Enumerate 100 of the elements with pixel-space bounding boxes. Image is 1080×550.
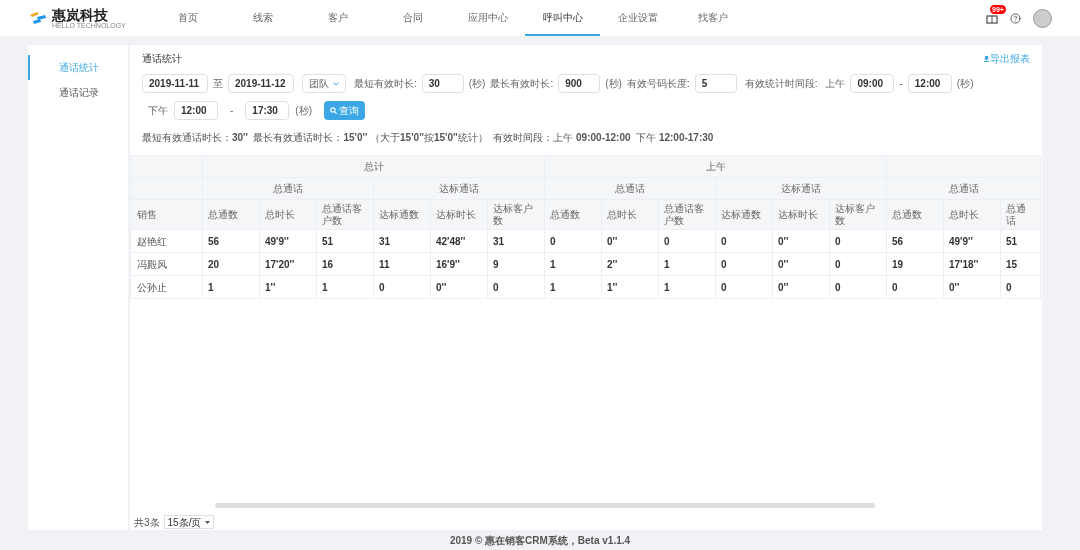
column-header: 达标时长 <box>436 208 476 220</box>
subgroup-header: 达标通话 <box>439 183 479 194</box>
input-field[interactable]: 12:00 <box>174 101 218 120</box>
field-label: 上午 <box>825 77 846 91</box>
nav-tab[interactable]: 合同 <box>375 0 450 36</box>
table-cell: 51 <box>322 235 334 247</box>
nav-tab[interactable]: 呼叫中心 <box>525 0 600 36</box>
field-label: - <box>230 104 234 118</box>
table-cell: 0 <box>835 281 841 293</box>
nav-tab[interactable]: 找客户 <box>675 0 750 36</box>
table-cell: 0 <box>379 281 385 293</box>
field-label: 有效号码长度: <box>626 77 690 91</box>
nav-tab[interactable]: 客户 <box>300 0 375 36</box>
table-cell: 16 <box>322 258 334 270</box>
column-header: 达标客户数 <box>493 202 533 226</box>
table-cell: 0'' <box>607 235 618 247</box>
table-cell: 31 <box>379 235 391 247</box>
table-cell: 0'' <box>778 258 789 270</box>
help-icon[interactable] <box>1010 12 1021 24</box>
input-field[interactable]: 900 <box>558 74 601 93</box>
input-field[interactable]: 2019-11-12 <box>228 74 294 93</box>
column-header: 总时长 <box>949 208 979 220</box>
column-header: 总通话客户数 <box>664 202 704 226</box>
group-header: 上午 <box>705 161 726 172</box>
table-cell: 1 <box>208 281 214 293</box>
table-cell: 49'9'' <box>949 235 973 247</box>
table-cell: 0 <box>1006 281 1012 293</box>
table-cell: 20 <box>208 258 220 270</box>
table-cell: 42'48'' <box>436 235 466 247</box>
column-header: 总通话客户数 <box>322 202 362 226</box>
horizontal-scrollbar[interactable] <box>215 503 875 508</box>
sidebar-item[interactable]: 通话记录 <box>28 80 128 105</box>
table-cell: 0 <box>664 235 670 247</box>
table-cell: 31 <box>493 235 505 247</box>
table-cell: 0 <box>835 235 841 247</box>
table-cell: 冯殿风 <box>137 258 167 270</box>
input-field[interactable]: 30 <box>421 74 464 93</box>
summary-text: 最短有效通话时长：30'' 最长有效通话时长：15'0'' （大于15'0''按15'0''统计） 有效时间段：上午 09:00-12:00 下午 12:00-17:30 <box>142 132 714 143</box>
table-cell: 19 <box>892 258 904 270</box>
field-label: 有效统计时间段: <box>744 77 818 91</box>
logo-icon <box>28 10 48 26</box>
nav-tab[interactable]: 企业设置 <box>600 0 675 36</box>
caret-icon <box>205 520 211 524</box>
field-label: 最长有效时长: <box>490 77 554 91</box>
avatar[interactable] <box>1033 8 1052 28</box>
table-cell: 0 <box>721 281 727 293</box>
table-cell: 51 <box>1006 235 1018 247</box>
field-label: - <box>899 77 903 91</box>
field-label: (秒) <box>956 77 974 91</box>
input-field[interactable]: 2019-11-11 <box>142 74 208 93</box>
table-cell: 9 <box>493 258 499 270</box>
field-label: 至 <box>213 77 223 91</box>
page-size-select[interactable]: 15条/页 <box>163 515 215 529</box>
nav-tab[interactable]: 线索 <box>225 0 300 36</box>
table-cell: 0 <box>892 281 898 293</box>
table-cell: 0 <box>721 258 727 270</box>
table-cell: 2'' <box>607 258 618 270</box>
column-header: 达标时长 <box>778 208 818 220</box>
scope-select[interactable]: 团队 <box>302 74 346 93</box>
table-cell: 0 <box>835 258 841 270</box>
table-cell: 17'20'' <box>265 258 295 270</box>
subgroup-header: 总通话 <box>948 183 979 194</box>
table-cell: 17'18'' <box>949 258 979 270</box>
group-header: 总计 <box>363 161 384 172</box>
table-cell: 56 <box>892 235 904 247</box>
field-label: (秒) <box>468 77 486 91</box>
table-cell: 0 <box>493 281 499 293</box>
chevron-down-icon <box>333 81 339 86</box>
column-header: 达标客户数 <box>835 202 875 226</box>
gift-icon[interactable] <box>986 12 998 24</box>
field-label: (秒) <box>605 77 622 91</box>
subgroup-header: 达标通话 <box>781 183 821 194</box>
column-header: 达标通数 <box>721 208 761 220</box>
search-icon <box>330 107 337 114</box>
input-field[interactable]: 09:00 <box>850 74 895 93</box>
table-cell: 0'' <box>949 281 960 293</box>
column-header: 总通话 <box>1006 202 1026 226</box>
nav-tab[interactable]: 应用中心 <box>450 0 525 36</box>
table-cell: 公孙止 <box>137 281 167 293</box>
table-cell: 0'' <box>436 281 447 293</box>
table-cell: 11 <box>379 258 390 270</box>
input-field[interactable]: 17:30 <box>245 101 290 120</box>
input-field[interactable]: 5 <box>694 74 737 93</box>
logo-name: 惠岚科技 <box>52 7 108 22</box>
table-cell: 1 <box>664 258 670 270</box>
table-cell: 0 <box>721 235 727 247</box>
subgroup-header: 总通话 <box>615 183 645 194</box>
table-cell: 1 <box>664 281 670 293</box>
field-label: 最短有效时长: <box>354 77 417 91</box>
page-title: 通话统计 <box>142 52 182 66</box>
nav-tab[interactable]: 首页 <box>150 0 225 36</box>
column-header: 总通数 <box>208 208 238 220</box>
input-field[interactable]: 12:00 <box>907 74 952 93</box>
table-cell: 赵艳红 <box>137 235 167 247</box>
footer-text: 2019 © 惠在销客CRM系统，Beta v1.1.4 <box>449 533 631 548</box>
table-cell: 16'9'' <box>436 258 460 270</box>
column-header: 总通数 <box>892 208 922 220</box>
column-header: 销售 <box>137 209 157 220</box>
column-header: 达标通数 <box>379 208 419 220</box>
column-header: 总时长 <box>265 208 295 220</box>
